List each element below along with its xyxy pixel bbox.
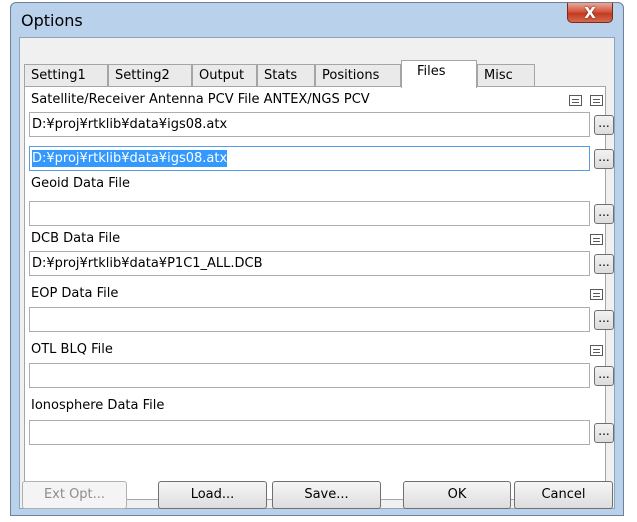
tab-positions[interactable]: Positions (315, 64, 401, 87)
ok-button[interactable]: OK (403, 481, 511, 509)
view-antenna-sat-icon[interactable] (569, 95, 582, 106)
tab-stats[interactable]: Stats (257, 64, 315, 87)
load-button[interactable]: Load... (158, 481, 267, 509)
antenna-rcv-file-input[interactable]: D:¥proj¥rtklib¥data¥igs08.atx (29, 146, 590, 171)
browse-ionosphere-button[interactable]: ... (594, 423, 614, 443)
tab-setting1[interactable]: Setting1 (24, 64, 108, 87)
dialog-client-area: Setting1 Setting2 Output Stats Positions… (19, 37, 615, 509)
view-antenna-rcv-icon[interactable] (590, 95, 603, 106)
tab-output[interactable]: Output (192, 64, 257, 87)
browse-antenna-sat-button[interactable]: ... (594, 115, 614, 135)
browse-dcb-button[interactable]: ... (594, 254, 614, 274)
cancel-button[interactable]: Cancel (514, 481, 613, 509)
close-button[interactable]: X (567, 3, 613, 23)
title-bar[interactable]: Options X (11, 3, 623, 37)
close-icon: X (584, 4, 596, 22)
browse-otl-button[interactable]: ... (594, 366, 614, 386)
geoid-file-input[interactable] (29, 201, 590, 226)
save-button[interactable]: Save... (272, 481, 381, 509)
eop-file-input[interactable] (29, 307, 590, 332)
antenna-rcv-selected-text: D:¥proj¥rtklib¥data¥igs08.atx (32, 150, 228, 167)
window-title: Options (21, 11, 83, 30)
view-eop-icon[interactable] (590, 289, 603, 300)
eop-data-label: EOP Data File (31, 286, 119, 301)
files-panel: Satellite/Receiver Antenna PCV File ANTE… (24, 86, 614, 500)
browse-antenna-rcv-button[interactable]: ... (594, 149, 614, 169)
view-otl-icon[interactable] (590, 345, 603, 356)
dcb-data-label: DCB Data File (31, 231, 121, 246)
geoid-data-label: Geoid Data File (31, 176, 130, 191)
tab-misc[interactable]: Misc (477, 64, 535, 87)
antenna-sat-file-input[interactable]: D:¥proj¥rtklib¥data¥igs08.atx (29, 112, 590, 137)
ext-opt-button[interactable]: Ext Opt... (22, 481, 127, 509)
tab-files[interactable]: Files (401, 60, 477, 88)
ionosphere-data-label: Ionosphere Data File (31, 398, 165, 413)
view-dcb-icon[interactable] (590, 234, 603, 245)
options-dialog: Options X Setting1 Setting2 Output Stats… (10, 2, 624, 516)
tab-setting2[interactable]: Setting2 (108, 64, 192, 87)
otl-file-input[interactable] (29, 363, 590, 388)
browse-eop-button[interactable]: ... (594, 310, 614, 330)
antenna-pcv-label: Satellite/Receiver Antenna PCV File ANTE… (31, 92, 370, 107)
ionosphere-file-input[interactable] (29, 420, 590, 445)
dcb-file-input[interactable]: D:¥proj¥rtklib¥data¥P1C1_ALL.DCB (29, 251, 590, 276)
browse-geoid-button[interactable]: ... (594, 204, 614, 224)
otl-blq-label: OTL BLQ File (31, 342, 113, 357)
